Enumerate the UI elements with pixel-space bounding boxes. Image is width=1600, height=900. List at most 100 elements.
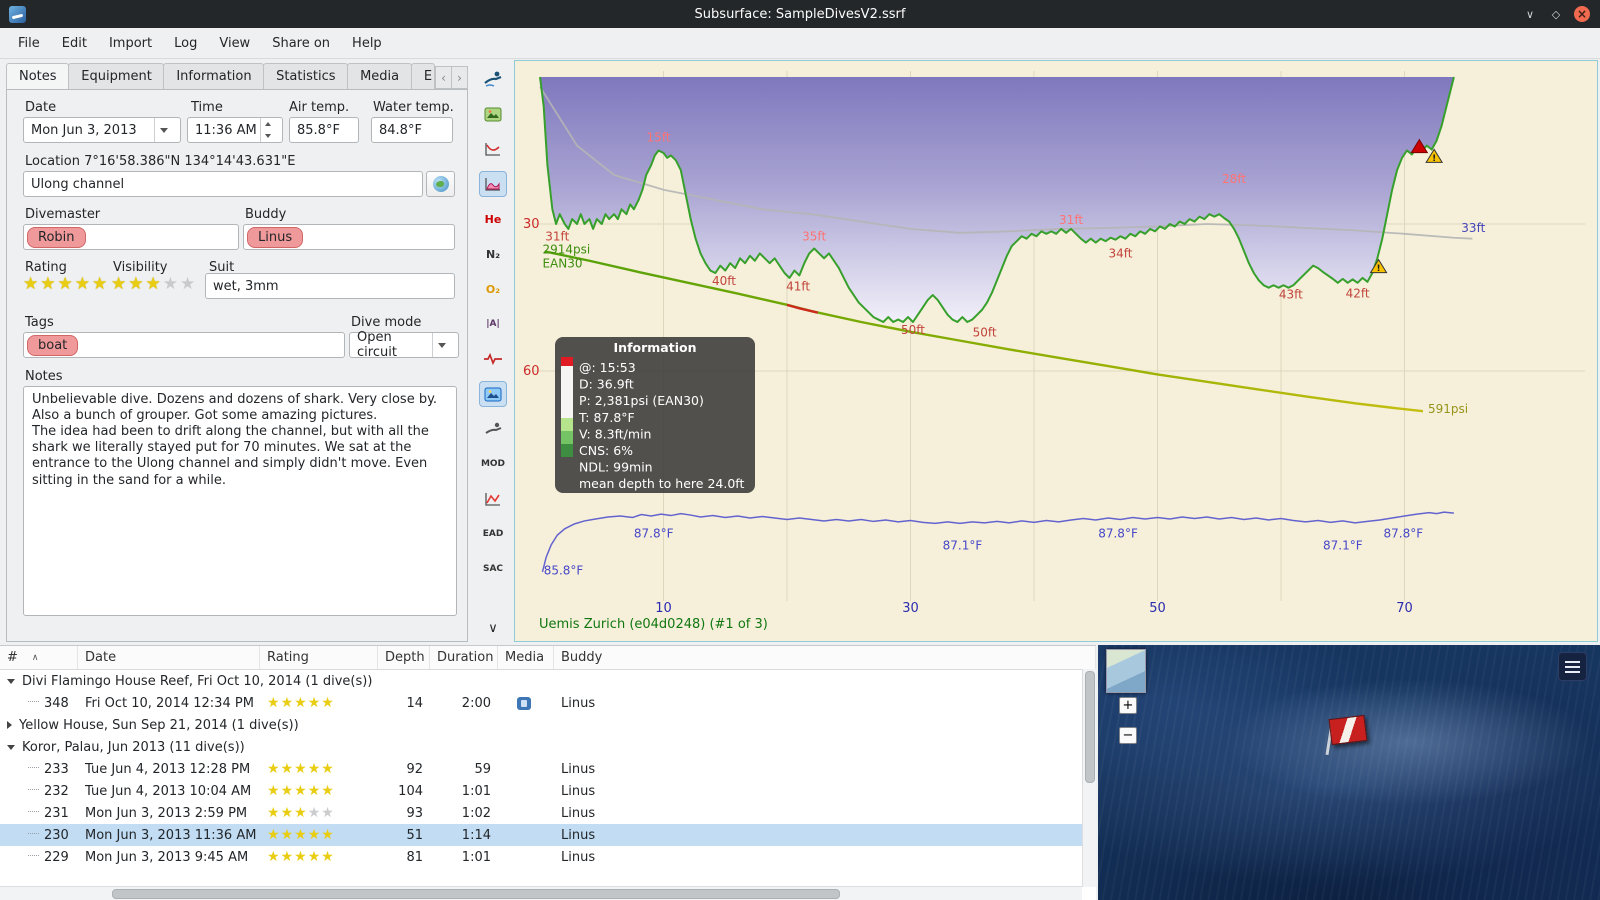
star-icon[interactable]: ★: [23, 274, 40, 294]
menu-item-help[interactable]: Help: [342, 33, 392, 54]
dive-site-flag-marker[interactable]: [1325, 714, 1368, 756]
menu-item-file[interactable]: File: [8, 33, 50, 54]
menu-item-share-on[interactable]: Share on: [262, 33, 340, 54]
minimize-icon[interactable]: ∨: [1522, 6, 1538, 22]
zoom-diver-icon[interactable]: [479, 66, 507, 92]
dive-row[interactable]: 229 Mon Jun 3, 2013 9:45 AM ★★★★★ 81 1:01 Lin…: [0, 846, 1096, 868]
column-header-media[interactable]: Media: [498, 646, 554, 669]
divemaster-chip[interactable]: Robin: [27, 226, 86, 248]
tab-notes[interactable]: Notes: [6, 63, 70, 89]
mod-icon[interactable]: MOD: [479, 451, 507, 477]
partial-pressure-n2-icon[interactable]: N₂: [479, 241, 507, 267]
map-zoom-in-button[interactable]: +: [1119, 697, 1137, 714]
menu-item-import[interactable]: Import: [99, 33, 162, 54]
dive-profile-chart[interactable]: 31ft15ft40ft 41ft35ft50ft 50ft31ft34ft28ft…: [515, 61, 1597, 639]
chevron-down-icon[interactable]: [432, 333, 451, 357]
tags-field[interactable]: boat: [23, 332, 345, 358]
heart-rate-icon[interactable]: [479, 346, 507, 372]
menu-item-view[interactable]: View: [209, 33, 260, 54]
star-icon[interactable]: ★: [128, 274, 145, 294]
ndl-tts-icon[interactable]: [479, 486, 507, 512]
map-menu-button[interactable]: [1558, 652, 1587, 681]
column-header-buddy[interactable]: Buddy: [554, 646, 1096, 669]
scrollbar-thumb[interactable]: [112, 889, 840, 899]
dive-row[interactable]: 232 Tue Jun 4, 2013 10:04 AM ★★★★★ 104 1:01 L…: [0, 780, 1096, 802]
chevron-down-icon[interactable]: [154, 118, 173, 142]
tag-chip[interactable]: boat: [27, 334, 79, 356]
menu-item-edit[interactable]: Edit: [52, 33, 97, 54]
tab-e[interactable]: E: [410, 63, 435, 89]
star-icon[interactable]: ★: [58, 274, 75, 294]
star-icon[interactable]: ★: [163, 274, 180, 294]
maximize-icon[interactable]: ◇: [1548, 6, 1564, 22]
show-photos-toggle-icon[interactable]: [479, 381, 507, 407]
average-depth-icon[interactable]: |A|: [479, 311, 507, 337]
trip-row[interactable]: Yellow House, Sun Sep 21, 2014 (1 dive(s…: [0, 714, 1096, 736]
suit-field[interactable]: wet, 3mm: [205, 273, 455, 299]
ruler-diver-icon[interactable]: [479, 416, 507, 442]
partial-pressure-he-icon[interactable]: He: [479, 206, 507, 232]
watertemp-field[interactable]: 84.8°F: [371, 117, 453, 143]
trip-row[interactable]: Koror, Palau, Jun 2013 (11 dive(s)): [0, 736, 1096, 758]
visibility-stars[interactable]: ★★★★★: [111, 274, 197, 294]
collapse-icon[interactable]: [7, 744, 15, 750]
divemaster-field[interactable]: Robin: [23, 224, 239, 250]
close-icon[interactable]: ×: [1574, 6, 1590, 22]
ead-icon[interactable]: EAD: [479, 521, 507, 547]
notes-textarea[interactable]: Unbelievable dive. Dozens and dozens of …: [23, 386, 457, 616]
media-icon[interactable]: [517, 696, 531, 710]
map-location-button[interactable]: [426, 171, 455, 197]
tab-equipment[interactable]: Equipment: [68, 63, 165, 89]
star-icon[interactable]: ★: [40, 274, 57, 294]
tab-scroll-left-icon[interactable]: ‹: [435, 66, 452, 89]
toolbar-scroll-down-icon[interactable]: ∨: [488, 621, 498, 636]
star-icon: ★: [321, 805, 335, 821]
show-pictures-icon[interactable]: [479, 101, 507, 127]
star-icon[interactable]: ★: [75, 274, 92, 294]
column-header-num[interactable]: # ∧: [0, 646, 78, 669]
location-value: Ulong channel: [31, 176, 125, 192]
dive-list-horizontal-scrollbar[interactable]: [0, 886, 1082, 900]
location-input[interactable]: Ulong channel: [23, 171, 423, 197]
time-field[interactable]: 11:36 AM: [187, 117, 283, 143]
sac-icon[interactable]: SAC: [479, 556, 507, 582]
collapse-icon[interactable]: [7, 678, 15, 684]
tab-media[interactable]: Media: [347, 63, 412, 89]
column-header-date[interactable]: Date: [78, 646, 260, 669]
date-select[interactable]: Mon Jun 3, 2013: [23, 117, 181, 143]
expand-icon[interactable]: [7, 721, 12, 729]
partial-pressure-o2-icon[interactable]: O₂: [479, 276, 507, 302]
trip-row[interactable]: Divi Flamingo House Reef, Fri Oct 10, 20…: [0, 670, 1096, 692]
tab-statistics[interactable]: Statistics: [263, 63, 349, 89]
divemode-select[interactable]: Open circuit: [349, 330, 459, 360]
dive-list-vertical-scrollbar[interactable]: [1082, 669, 1096, 887]
tab-scroll-right-icon[interactable]: ›: [451, 66, 468, 89]
time-spinner[interactable]: [260, 118, 275, 142]
column-header-depth[interactable]: Depth: [378, 646, 430, 669]
column-header-rating[interactable]: Rating: [260, 646, 378, 669]
map-panel[interactable]: + −: [1098, 645, 1600, 900]
rating-stars[interactable]: ★★★★★: [23, 274, 109, 294]
star-icon[interactable]: ★: [180, 274, 197, 294]
map-zoom-out-button[interactable]: −: [1119, 727, 1137, 744]
svg-text:30: 30: [902, 601, 919, 616]
dive-row[interactable]: 348 Fri Oct 10, 2014 12:34 PM ★★★★★ 14 2:00 L…: [0, 692, 1096, 714]
dive-duration: 59: [474, 761, 491, 777]
menu-item-log[interactable]: Log: [164, 33, 207, 54]
star-icon[interactable]: ★: [111, 274, 128, 294]
star-icon[interactable]: ★: [146, 274, 163, 294]
dive-row[interactable]: 231 Mon Jun 3, 2013 2:59 PM ★★★★★ 93 1:02 Lin…: [0, 802, 1096, 824]
scrollbar-thumb[interactable]: [1085, 671, 1095, 783]
tab-information[interactable]: Information: [163, 63, 265, 89]
map-overview-inset[interactable]: [1106, 649, 1146, 693]
dive-row[interactable]: 230 Mon Jun 3, 2013 11:36 AM ★★★★★ 51 1:14 Li…: [0, 824, 1096, 846]
airtemp-field[interactable]: 85.8°F: [289, 117, 359, 143]
buddy-field[interactable]: Linus: [243, 224, 455, 250]
buddy-chip[interactable]: Linus: [247, 226, 304, 248]
dive-row[interactable]: 233 Tue Jun 4, 2013 12:28 PM ★★★★★ 92 59 Linu…: [0, 758, 1096, 780]
column-header-duration[interactable]: Duration: [430, 646, 498, 669]
star-icon: ★: [267, 805, 281, 821]
calculated-ceiling-icon[interactable]: [479, 171, 507, 197]
star-icon[interactable]: ★: [92, 274, 109, 294]
dc-ceiling-icon[interactable]: [479, 136, 507, 162]
